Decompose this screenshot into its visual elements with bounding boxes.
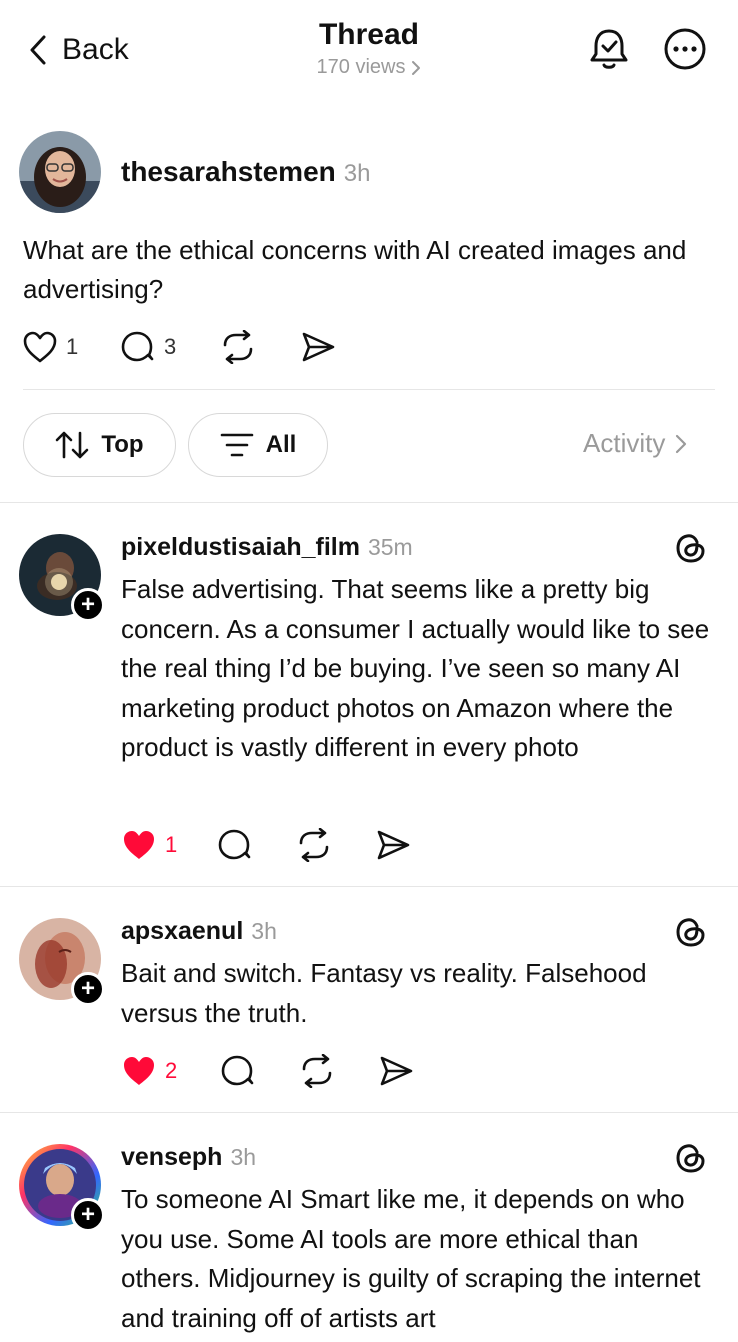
follow-plus-icon[interactable]: + bbox=[71, 972, 105, 1006]
reply-share-button[interactable] bbox=[378, 1054, 414, 1088]
heart-icon bbox=[22, 330, 58, 364]
notification-bell-icon[interactable] bbox=[586, 26, 632, 72]
post-text: What are the ethical concerns with AI cr… bbox=[23, 235, 687, 304]
send-icon bbox=[375, 828, 411, 862]
chevron-right-icon bbox=[675, 434, 687, 454]
reply-share-button[interactable] bbox=[375, 828, 411, 862]
post-reply-count: 3 bbox=[164, 334, 177, 359]
filter-all-button[interactable]: All bbox=[188, 413, 328, 477]
reply-author[interactable]: pixeldustisaiah_film 35m bbox=[121, 533, 413, 562]
heart-filled-icon bbox=[121, 828, 157, 862]
reply-username: apsxaenul bbox=[121, 917, 244, 945]
reply-like-count: 1 bbox=[165, 832, 178, 857]
heart-filled-icon bbox=[121, 1054, 157, 1088]
reply-repost-button[interactable] bbox=[299, 1054, 335, 1088]
follow-plus-icon[interactable]: + bbox=[71, 1198, 105, 1232]
activity-link[interactable]: Activity bbox=[583, 428, 687, 459]
reply-like-count: 2 bbox=[165, 1058, 178, 1083]
reply-author[interactable]: apsxaenul 3h bbox=[121, 917, 277, 946]
reply-like-button[interactable]: 2 bbox=[121, 1054, 177, 1088]
reply-time: 3h bbox=[230, 1144, 257, 1170]
post-username: thesarahstemen bbox=[121, 156, 336, 187]
post-share-button[interactable] bbox=[300, 330, 336, 364]
post-reply-button[interactable]: 3 bbox=[120, 330, 176, 364]
post-author[interactable]: thesarahstemen 3h bbox=[121, 156, 370, 188]
repost-icon bbox=[299, 1054, 335, 1088]
sort-label: Top bbox=[101, 431, 144, 458]
reply-author[interactable]: venseph 3h bbox=[121, 1143, 256, 1172]
reply-repost-button[interactable] bbox=[296, 828, 332, 862]
reply-comment-button[interactable] bbox=[220, 1054, 256, 1088]
avatar[interactable] bbox=[19, 131, 101, 213]
send-icon bbox=[378, 1054, 414, 1088]
filter-lines-icon bbox=[220, 432, 254, 458]
reply-comment-button[interactable] bbox=[217, 828, 253, 862]
views-count: 170 views bbox=[316, 56, 406, 78]
more-options-icon[interactable] bbox=[662, 26, 708, 72]
divider bbox=[0, 502, 738, 503]
threads-logo-icon[interactable] bbox=[674, 1141, 708, 1175]
reply-text: False advertising. That seems like a pre… bbox=[121, 574, 710, 762]
reply-username: venseph bbox=[121, 1143, 223, 1171]
sort-arrows-icon bbox=[55, 430, 89, 460]
send-icon bbox=[300, 330, 336, 364]
reply-text: Bait and switch. Fantasy vs reality. Fal… bbox=[121, 958, 647, 1028]
divider bbox=[0, 1112, 738, 1113]
reply-like-button[interactable]: 1 bbox=[121, 828, 177, 862]
threads-logo-icon[interactable] bbox=[674, 915, 708, 949]
reply-time: 3h bbox=[251, 918, 277, 944]
post-like-button[interactable]: 1 bbox=[22, 330, 78, 364]
reply-text: To someone AI Smart like me, it depends … bbox=[121, 1184, 701, 1333]
post-time: 3h bbox=[343, 160, 371, 187]
repost-icon bbox=[220, 330, 256, 364]
post-repost-button[interactable] bbox=[220, 330, 256, 364]
activity-label: Activity bbox=[583, 428, 666, 458]
divider bbox=[23, 389, 715, 390]
filter-label: All bbox=[265, 431, 297, 458]
comment-icon bbox=[120, 330, 156, 364]
sort-top-button[interactable]: Top bbox=[23, 413, 176, 477]
chevron-right-icon bbox=[411, 60, 421, 76]
divider bbox=[0, 886, 738, 887]
views-link[interactable]: 170 views bbox=[317, 56, 422, 79]
reply-username: pixeldustisaiah_film bbox=[121, 533, 360, 561]
threads-logo-icon[interactable] bbox=[674, 531, 708, 565]
post-like-count: 1 bbox=[66, 334, 79, 359]
follow-plus-icon[interactable]: + bbox=[71, 588, 105, 622]
comment-icon bbox=[220, 1054, 256, 1088]
reply-time: 35m bbox=[367, 534, 413, 560]
repost-icon bbox=[296, 828, 332, 862]
comment-icon bbox=[217, 828, 253, 862]
